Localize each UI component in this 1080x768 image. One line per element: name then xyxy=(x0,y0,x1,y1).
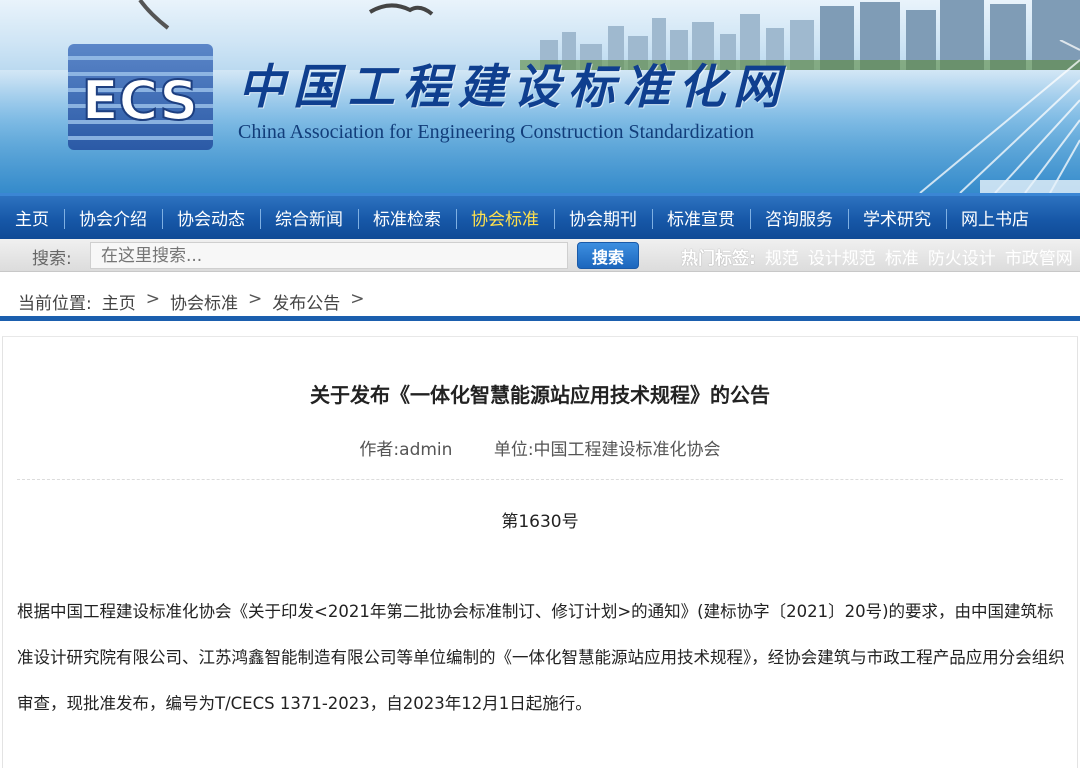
svg-text:ECS: ECS xyxy=(82,69,198,132)
site-title: 中国工程建设标准化网 xyxy=(238,60,788,115)
nav-item-home[interactable]: 主页 xyxy=(0,196,64,239)
hot-tags: 热门标签: 规范 设计规范 标准 防火设计 市政管网 xyxy=(681,244,1073,269)
hot-tag-link[interactable]: 设计规范 xyxy=(808,244,876,269)
main-nav: 主页 协会介绍 协会动态 综合新闻 标准检索 协会标准 协会期刊 标准宣贯 咨询… xyxy=(0,193,1080,239)
hot-tags-label: 热门标签: xyxy=(681,249,756,269)
nav-item-journal[interactable]: 协会期刊 xyxy=(554,196,652,239)
article-author: 作者:admin xyxy=(359,440,453,460)
announcement-number: 第1630号 xyxy=(501,512,579,532)
search-label: 搜索: xyxy=(32,249,72,269)
section-divider xyxy=(0,316,1080,321)
nav-item-bookstore[interactable]: 网上书店 xyxy=(946,196,1044,239)
nav-item-news[interactable]: 协会动态 xyxy=(162,196,260,239)
article-body: 根据中国工程建设标准化协会《关于印发<2021年第二批协会标准制订、修订计划>的… xyxy=(17,602,1065,713)
birds-decoration xyxy=(138,0,434,30)
hot-tag-link[interactable]: 规范 xyxy=(765,244,799,269)
nav-item-consulting[interactable]: 咨询服务 xyxy=(750,196,848,239)
breadcrumb-separator: > xyxy=(350,289,365,309)
article-panel: 关于发布《一体化智慧能源站应用技术规程》的公告 作者:admin 单位:中国工程… xyxy=(2,336,1078,768)
breadcrumb-link-home[interactable]: 主页 xyxy=(102,289,136,314)
search-input[interactable] xyxy=(90,242,568,269)
ecs-logo: ECS xyxy=(68,44,213,150)
site-subtitle: China Association for Engineering Constr… xyxy=(238,121,755,143)
article-unit: 单位:中国工程建设标准化协会 xyxy=(493,440,721,460)
article-title: 关于发布《一体化智慧能源站应用技术规程》的公告 xyxy=(310,383,770,407)
search-bar: 搜索: 搜索 热门标签: 规范 设计规范 标准 防火设计 市政管网 xyxy=(0,239,1080,272)
nav-item-about[interactable]: 协会介绍 xyxy=(64,196,162,239)
hot-tag-link[interactable]: 标准 xyxy=(885,244,919,269)
breadcrumb-prefix: 当前位置: xyxy=(18,294,92,314)
site-banner: ECS 中国工程建设标准化网 China Association for Eng… xyxy=(0,0,1080,193)
nav-item-standard-promotion[interactable]: 标准宣贯 xyxy=(652,196,750,239)
article-meta: 作者:admin 单位:中国工程建设标准化协会 xyxy=(3,435,1077,460)
breadcrumb: 当前位置: 主页 > 协会标准 > 发布公告 > xyxy=(18,289,364,314)
bridge-decoration xyxy=(919,40,1080,193)
search-button[interactable]: 搜索 xyxy=(577,242,639,269)
nav-item-academic[interactable]: 学术研究 xyxy=(848,196,946,239)
nav-item-standard-search[interactable]: 标准检索 xyxy=(358,196,456,239)
hot-tag-link[interactable]: 市政管网 xyxy=(1005,244,1073,269)
nav-item-general-news[interactable]: 综合新闻 xyxy=(260,196,358,239)
breadcrumb-separator: > xyxy=(247,289,263,309)
breadcrumb-link-announcements[interactable]: 发布公告 xyxy=(272,289,340,314)
nav-item-association-standards[interactable]: 协会标准 xyxy=(456,196,554,239)
meta-divider xyxy=(17,479,1063,480)
hot-tag-link[interactable]: 防火设计 xyxy=(928,244,996,269)
breadcrumb-separator: > xyxy=(145,289,160,309)
breadcrumb-link-standards[interactable]: 协会标准 xyxy=(170,289,238,314)
